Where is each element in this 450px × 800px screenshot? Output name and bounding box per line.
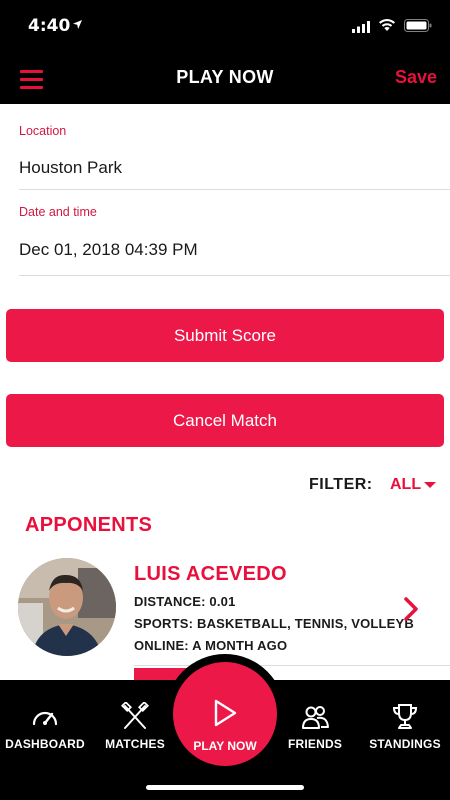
trophy-icon xyxy=(392,704,418,729)
main-content: Location Houston Park Date and time Dec … xyxy=(0,104,450,680)
tab-dashboard[interactable]: DASHBOARD xyxy=(0,680,90,760)
divider xyxy=(19,275,450,276)
speedometer-icon xyxy=(32,711,58,726)
avatar xyxy=(18,558,116,656)
cancel-match-button[interactable]: Cancel Match xyxy=(6,394,444,447)
tab-matches[interactable]: MATCHES xyxy=(90,680,180,760)
opponents-heading: APPONENTS xyxy=(25,514,153,536)
nav-bar: PLAY NOW Save xyxy=(0,54,450,104)
tab-play-now[interactable]: PLAY NOW xyxy=(173,662,277,766)
datetime-field[interactable]: Dec 01, 2018 04:39 PM xyxy=(19,240,198,260)
status-time: 4:40 xyxy=(28,16,71,36)
location-arrow-icon xyxy=(73,20,82,29)
divider xyxy=(19,189,450,190)
battery-icon xyxy=(404,19,432,32)
datetime-label: Date and time xyxy=(19,205,97,219)
divider xyxy=(134,665,450,666)
save-button[interactable]: Save xyxy=(395,67,437,88)
location-field[interactable]: Houston Park xyxy=(19,158,122,178)
page-title: PLAY NOW xyxy=(176,67,274,87)
play-icon xyxy=(214,699,237,727)
chevron-right-icon[interactable] xyxy=(402,596,420,622)
player-distance: DISTANCE: 0.01 xyxy=(134,594,236,609)
list-item[interactable]: LUIS ACEVEDO DISTANCE: 0.01 SPORTS: BASK… xyxy=(0,552,450,680)
tab-friends[interactable]: FRIENDS xyxy=(270,680,360,760)
home-indicator xyxy=(146,785,304,790)
wifi-icon xyxy=(379,19,395,31)
player-online: ONLINE: A MONTH AGO xyxy=(134,638,288,653)
cellular-signal-icon xyxy=(352,21,370,33)
tab-label: DASHBOARD xyxy=(5,737,85,751)
tab-label: FRIENDS xyxy=(287,737,343,751)
player-sports: SPORTS: BASKETBALL, TENNIS, VOLLEYB xyxy=(134,616,415,631)
friends-icon xyxy=(302,706,329,729)
filter-dropdown[interactable]: ALL xyxy=(390,476,421,494)
crossed-rackets-icon xyxy=(120,702,150,729)
player-name: LUIS ACEVEDO xyxy=(134,563,287,585)
tab-label: STANDINGS xyxy=(369,737,441,751)
submit-score-button[interactable]: Submit Score xyxy=(6,309,444,362)
tab-label: PLAY NOW xyxy=(193,739,257,753)
caret-down-icon[interactable] xyxy=(424,482,436,488)
tab-standings[interactable]: STANDINGS xyxy=(360,680,450,760)
status-bar: 4:40 xyxy=(0,0,450,54)
location-label: Location xyxy=(19,124,67,138)
filter-label: FILTER: xyxy=(309,476,373,493)
tab-label: MATCHES xyxy=(105,737,165,751)
